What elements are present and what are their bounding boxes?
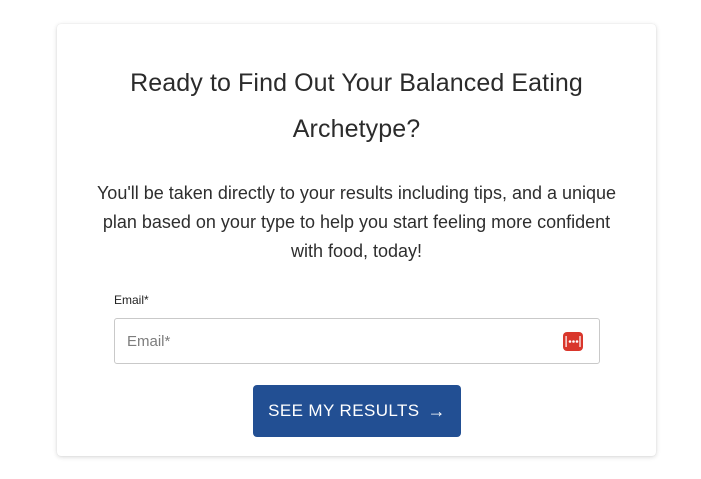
password-manager-icon[interactable] xyxy=(563,332,583,351)
arrow-right-icon: → xyxy=(427,401,446,421)
email-field[interactable] xyxy=(115,319,545,363)
form-description: You'll be taken directly to your results… xyxy=(96,183,617,261)
see-results-button[interactable]: SEE MY RESULTS → xyxy=(253,385,461,437)
email-field-wrapper xyxy=(114,318,600,364)
form-title: Ready to Find Out Your Balanced Eating A… xyxy=(130,69,583,143)
signup-card: Ready to Find Out Your Balanced Eating A… xyxy=(57,24,656,456)
email-label: Email* xyxy=(114,293,149,307)
see-results-label: SEE MY RESULTS xyxy=(268,401,420,420)
